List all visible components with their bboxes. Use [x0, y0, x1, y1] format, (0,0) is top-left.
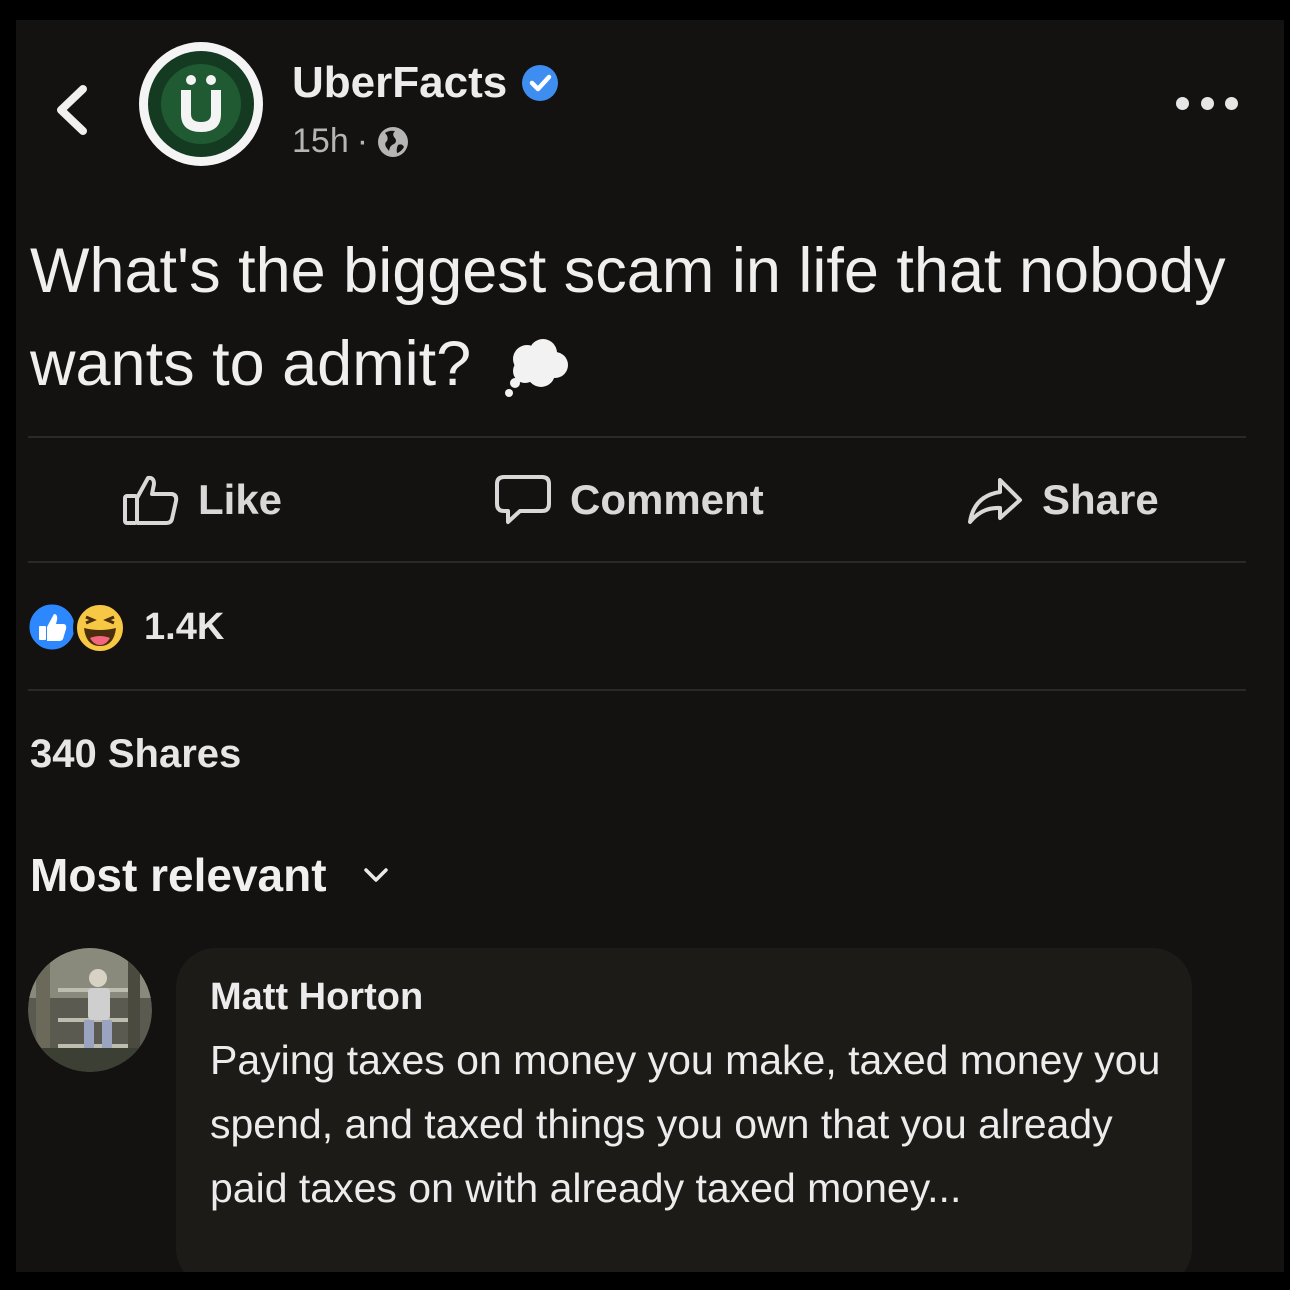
comment-button[interactable]: Comment [494, 460, 764, 540]
uberfacts-logo [181, 75, 221, 132]
chevron-down-icon [363, 868, 388, 882]
reaction-count: 1.4K [144, 605, 225, 648]
share-label: Share [1042, 476, 1159, 523]
divider-middle [28, 561, 1246, 563]
page-avatar[interactable] [139, 42, 263, 166]
divider-top [28, 436, 1246, 438]
post-text: What's the biggest scam in life that nob… [30, 236, 1226, 399]
post-time[interactable]: 15h [292, 122, 349, 161]
post-meta: 15h · [292, 122, 410, 161]
haha-reaction-icon [73, 601, 127, 655]
shares-count[interactable]: 340 Shares [30, 732, 241, 777]
back-button[interactable] [46, 80, 96, 140]
post-screen: UberFacts 15h · What's the biggest scam … [16, 20, 1284, 1272]
comment-bubble: Matt Horton Paying taxes on money you ma… [176, 948, 1192, 1272]
sort-label: Most relevant [30, 849, 327, 901]
comment-author[interactable]: Matt Horton [210, 976, 423, 1019]
post-actions: Like Comment Share [16, 460, 1284, 540]
reaction-summary[interactable]: 1.4K [26, 600, 225, 655]
comment-icon [495, 475, 551, 524]
comment-label: Comment [570, 476, 764, 523]
divider-bottom [28, 689, 1246, 691]
page-name[interactable]: UberFacts [292, 58, 507, 108]
like-label: Like [198, 476, 283, 523]
like-button[interactable]: Like [122, 460, 282, 540]
back-chevron-icon [57, 85, 87, 135]
share-icon [968, 478, 1022, 524]
more-options-icon[interactable] [1176, 92, 1238, 114]
share-button[interactable]: Share [966, 460, 1159, 540]
comment-sort-dropdown[interactable]: Most relevant [30, 848, 389, 902]
like-icon [123, 475, 179, 525]
page-name-row[interactable]: UberFacts [292, 58, 559, 108]
meta-separator: · [356, 122, 369, 160]
thought-balloon-icon [504, 339, 568, 398]
comment-text: Paying taxes on money you make, taxed mo… [210, 1037, 1161, 1211]
commenter-avatar[interactable] [28, 948, 152, 1072]
verified-badge-icon [522, 65, 559, 101]
globe-icon [378, 126, 409, 157]
post-body: What's the biggest scam in life that nob… [30, 225, 1230, 411]
